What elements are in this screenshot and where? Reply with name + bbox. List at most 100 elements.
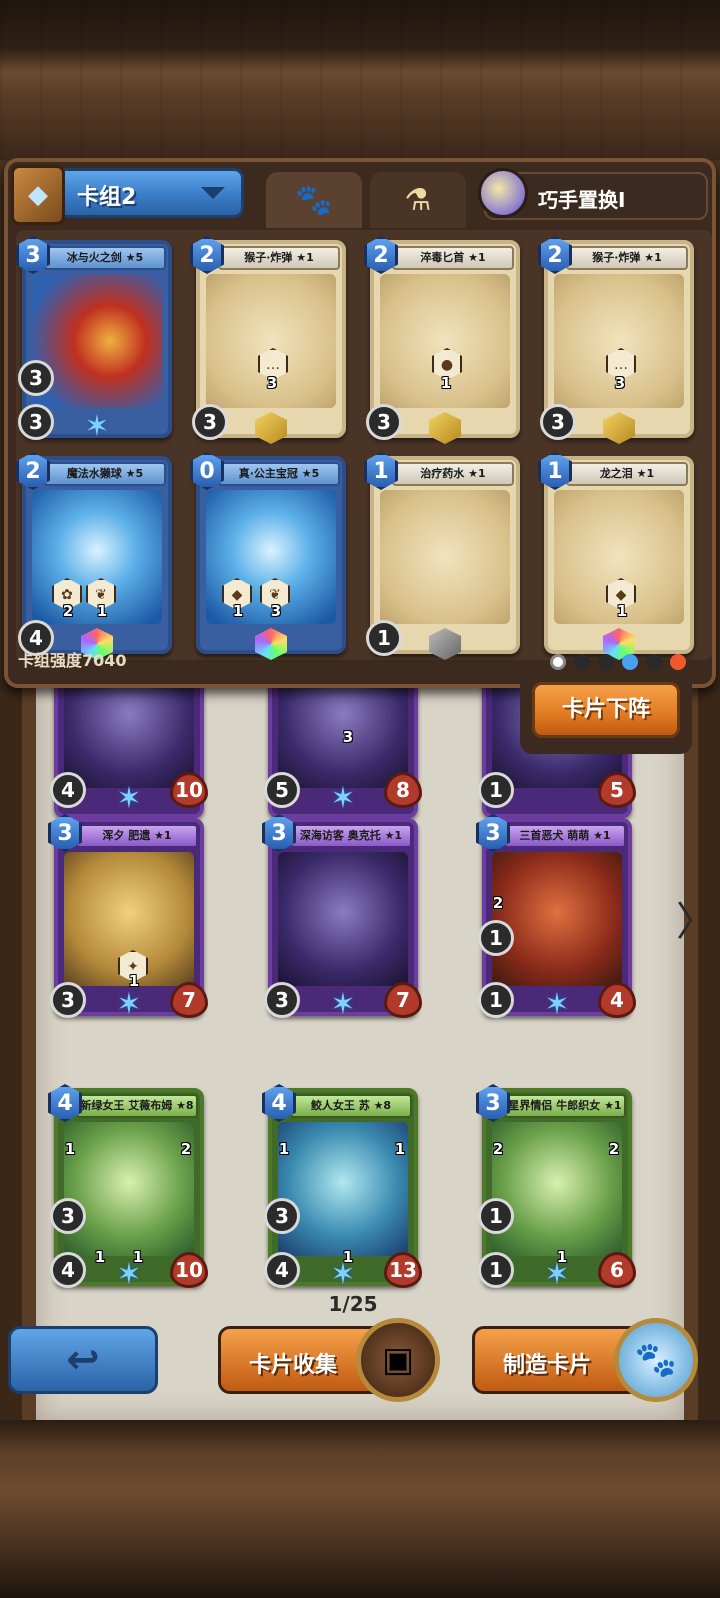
side-badge-value: 2 [492,894,504,912]
attack-stat: 3 [264,982,300,1018]
deck-card[interactable]: 淬毒匕首 ★1 2 ● 1 3 [364,236,520,444]
right-badge-value: 2 [180,1140,192,1158]
wood-footer-background [0,1420,720,1598]
card-art [492,852,622,986]
tab-minions[interactable]: 🐾 [266,172,362,228]
back-button[interactable]: ↩ [8,1326,158,1394]
card-name-banner: 真·公主宝冠 ★5 [218,462,340,486]
collection-card[interactable]: 深海访客 奥克托 ★1 3 3 7 ✶ [262,814,422,1020]
card-name-banner: 新绿女王 艾薇布姆 ★8 [76,1094,198,1118]
attack-stat: 3 [50,982,86,1018]
attack-stat: 1 [478,772,514,808]
card-art [278,852,408,986]
deck-card[interactable]: 猴子·炸弹 ★1 2 … 3 3 [538,236,694,444]
card-name-banner: 治疗药水 ★1 [392,462,514,486]
health-stat: 10 [170,772,208,808]
star-gem-icon: ✶ [330,781,356,816]
deck-card[interactable]: 魔法水獭球 ★5 2 ✿ 2 ❦ 1 4 [16,452,172,660]
side-stat: 1 [478,920,514,956]
deck-card[interactable]: 龙之泪 ★1 1 ◆ 1 [538,452,694,660]
deck-card[interactable]: 冰与火之剑 ★5 3 3 3 ✶ [16,236,172,442]
card-name-banner: 浑夕 肥遗 ★1 [76,824,198,848]
deck-strength-text: 卡组强度7040 [18,651,127,670]
left-badge-value: 1 [278,1140,290,1158]
deck-name: 卡组2 [77,185,137,210]
side-stat: 3 [264,1198,300,1234]
attack-stat: 4 [264,1252,300,1288]
card-art [380,490,510,624]
collection-card[interactable]: 新绿女王 艾薇布姆 ★8 4 1 2 3 1 1 4 10 ✶ [48,1084,208,1290]
star-gem-icon: ✶ [330,987,356,1022]
effect-badge-value: 3 [342,728,354,746]
element-indicators [550,654,686,670]
fire-element-icon [670,654,686,670]
shadow-element-icon [598,654,614,670]
ability-avatar [478,168,528,218]
card-pack-icon[interactable]: ▣ [356,1318,440,1402]
card-name-banner: 鲛人女王 苏 ★8 [290,1094,412,1118]
craft-jar-icon[interactable]: 🐾 [614,1318,698,1402]
collection-card[interactable]: 星界情侣 牛郎织女 ★1 3 2 2 1 1 1 6 ✶ [476,1084,636,1290]
star-gem-icon: ✶ [116,1257,142,1292]
star-gem-icon: ✶ [116,781,142,816]
side-stat: 1 [478,1198,514,1234]
effect-badge-value: 1 [96,602,108,620]
card-name-banner: 猴子·炸弹 ★1 [566,246,688,270]
card-name-banner: 三首恶犬 萌萌 ★1 [504,824,626,848]
nature-element-icon [574,654,590,670]
wood-header-background [0,0,720,160]
card-collection-label: 卡片收集 [249,1353,338,1378]
tab-spells[interactable]: ⚗ [370,172,466,228]
ability-name: 巧手置换Ⅰ [538,188,626,212]
star-gem-icon: ✶ [544,987,570,1022]
attack-stat: 1 [478,982,514,1018]
collection-card[interactable]: 浑夕 肥遗 ★1 3 ✦ 1 3 7 ✶ [48,814,208,1020]
potion-icon: ⚗ [404,182,432,218]
earth-element-icon [646,654,662,670]
chevron-down-icon [201,187,225,199]
health-stat: 8 [384,772,422,808]
attack-stat: 3 [366,404,402,440]
right-badge-value: 1 [394,1140,406,1158]
attack-stat: 4 [50,772,86,808]
deck-card[interactable]: 真·公主宝冠 ★5 0 ◆ 1 ❦ 3 [190,452,346,660]
card-name-banner: 魔法水獭球 ★5 [44,462,166,486]
remove-card-button[interactable]: 卡片下阵 [532,682,680,738]
deck-selector[interactable]: ◆ 卡组2 [11,165,244,225]
attack-stat: 1 [478,1252,514,1288]
hero-ability[interactable]: 巧手置换Ⅰ [478,168,708,220]
effect-badge-value: 3 [614,374,626,392]
bottom-badge-value: 1 [94,1248,106,1266]
water-element-icon [622,654,638,670]
card-art [64,1122,194,1256]
deck-card[interactable]: 猴子·炸弹 ★1 2 … 3 3 [190,236,346,444]
effect-badge-value: 2 [62,602,74,620]
card-art [278,1122,408,1256]
right-badge-value: 2 [608,1140,620,1158]
effect-badge-value: 3 [270,602,282,620]
health-stat: 10 [170,1252,208,1288]
left-badge-value: 1 [64,1140,76,1158]
health-stat: 13 [384,1252,422,1288]
left-badge-value: 2 [492,1140,504,1158]
health-stat: 4 [598,982,636,1018]
star-gem-icon: ✶ [544,1257,570,1292]
card-name-banner: 星界情侣 牛郎织女 ★1 [504,1094,626,1118]
card-name-banner: 冰与火之剑 ★5 [44,246,166,270]
card-name-banner: 深海访客 奥克托 ★1 [290,824,412,848]
attack-stat: 3 [192,404,228,440]
health-stat: 7 [170,982,208,1018]
star-gem-icon: ✶ [330,1257,356,1292]
card-art [32,274,162,408]
back-arrow-icon: ↩ [66,1337,100,1383]
attack-stat: 4 [50,1252,86,1288]
collection-card[interactable]: 鲛人女王 苏 ★8 4 1 1 3 1 4 13 ✶ [262,1084,422,1290]
attack-stat: 3 [18,404,54,440]
next-page-arrow-icon[interactable]: 〉 [676,900,716,944]
effect-badge-value: 1 [616,602,628,620]
collection-card[interactable]: 三首恶犬 萌萌 ★1 3 2 1 1 4 ✶ [476,814,636,1020]
deck-card[interactable]: 治疗药水 ★1 1 1 [364,452,520,660]
page-indicator: 1/25 [328,1292,378,1316]
paw-icon: 🐾 [295,182,333,218]
craft-card-label: 制造卡片 [503,1353,592,1378]
